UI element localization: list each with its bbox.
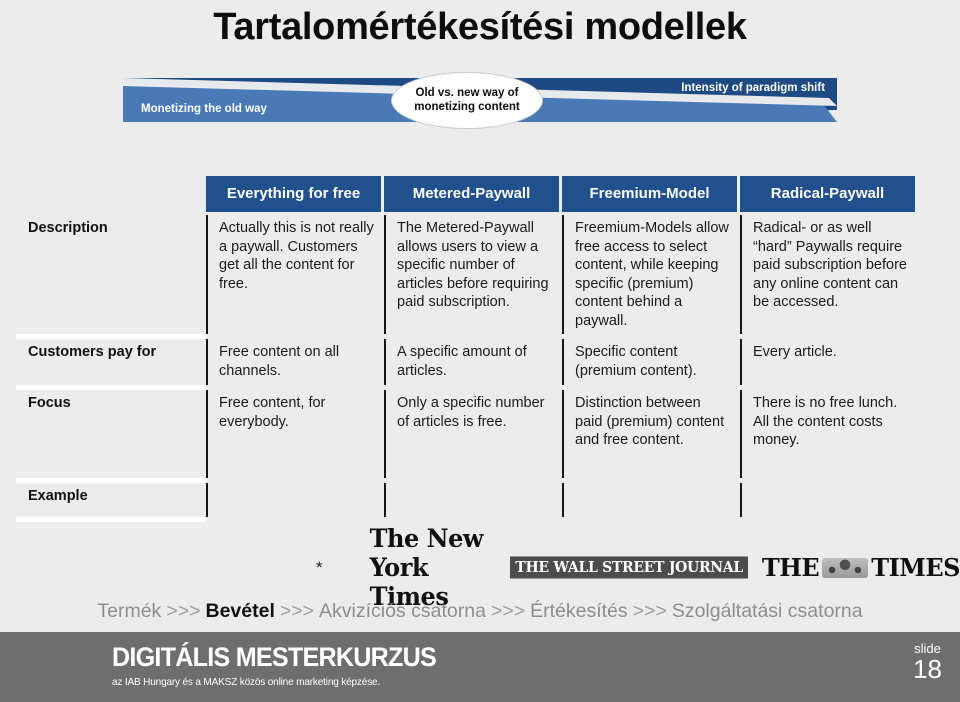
column-header-label: Radical-Paywall bbox=[740, 176, 915, 212]
breadcrumb-item-ertekesites[interactable]: Értékesítés bbox=[530, 600, 628, 623]
row-label-customers-pay-for: Customers pay for bbox=[16, 339, 206, 386]
table-row: Focus Free content, for everybody. Only … bbox=[16, 390, 919, 479]
table-row: Description Actually this is not really … bbox=[16, 215, 919, 335]
breadcrumb-separator: >>> bbox=[166, 599, 201, 622]
the-times-logo: THE TIMES bbox=[762, 553, 960, 582]
breadcrumb-separator: >>> bbox=[632, 599, 667, 622]
breadcrumb-item-szolgaltatasi-csatorna[interactable]: Szolgáltatási csatorna bbox=[672, 600, 863, 623]
breadcrumb-separator: >>> bbox=[490, 599, 526, 622]
breadcrumb-item-bevetel[interactable]: Bevétel bbox=[205, 600, 274, 623]
row-label-example: Example bbox=[16, 483, 206, 518]
table-cell: The Metered-Paywall allows users to view… bbox=[384, 215, 562, 335]
the-times-prefix: THE bbox=[761, 553, 820, 582]
slide-footer: DIGITÁLIS MESTERKURZUS az IAB Hungary és… bbox=[0, 632, 960, 702]
table-cell bbox=[384, 483, 562, 518]
brand-name: DIGITÁLIS MESTERKURZUS bbox=[112, 642, 437, 672]
column-header-everything-for-free: Everything for free bbox=[206, 176, 384, 212]
paradigm-banner: Monetizing the old way Intensity of para… bbox=[123, 71, 837, 129]
banner-right-label: Intensity of paradigm shift bbox=[681, 81, 825, 94]
table-header-row: Everything for free Metered-Paywall Free… bbox=[16, 176, 919, 212]
column-header-radical-paywall: Radical-Paywall bbox=[740, 176, 918, 212]
the-times-suffix: TIMES bbox=[871, 553, 960, 582]
breadcrumb-item-akvizicios-csatorna[interactable]: Akvizíciós csatorna bbox=[319, 600, 486, 623]
table-cell: Free content, for everybody. bbox=[206, 390, 384, 479]
row-label-text: Customers pay for bbox=[28, 344, 157, 361]
table-cell bbox=[206, 483, 384, 518]
column-header-label: Everything for free bbox=[206, 176, 381, 212]
table-cell: Actually this is not really a paywall. C… bbox=[206, 215, 384, 335]
table-cell: Only a specific number of articles is fr… bbox=[384, 390, 562, 479]
times-crest-icon bbox=[822, 557, 869, 578]
row-divider bbox=[16, 517, 919, 523]
breadcrumb-separator: >>> bbox=[279, 599, 315, 622]
table-row: Example bbox=[16, 483, 919, 518]
table-cell: There is no free lunch. All the content … bbox=[740, 390, 918, 479]
table-row: Customers pay for Free content on all ch… bbox=[16, 339, 919, 386]
table-cell: Distinction between paid (premium) conte… bbox=[562, 390, 740, 479]
column-header-label: Freemium-Model bbox=[562, 176, 737, 212]
row-label-description: Description bbox=[16, 215, 206, 335]
breadcrumb-item-termek[interactable]: Termék bbox=[97, 600, 161, 623]
column-header-label: Metered-Paywall bbox=[384, 176, 559, 212]
table-cell bbox=[740, 483, 918, 518]
banner-left-label: Monetizing the old way bbox=[141, 102, 267, 115]
footnote-asterisk: * bbox=[316, 558, 323, 577]
row-label-focus: Focus bbox=[16, 390, 206, 479]
brand-logo: DIGITÁLIS MESTERKURZUS az IAB Hungary és… bbox=[112, 642, 460, 689]
table-cell: Free content on all channels. bbox=[206, 339, 384, 386]
wall-street-journal-logo: THE WALL STREET JOURNAL bbox=[510, 556, 748, 579]
table-cell: Every article. bbox=[740, 339, 918, 386]
table-cell bbox=[562, 483, 740, 518]
column-header-metered-paywall: Metered-Paywall bbox=[384, 176, 562, 212]
breadcrumb: Termék >>> Bevétel >>> Akvizíciós csator… bbox=[0, 592, 960, 630]
banner-callout-line2: monetizing content bbox=[414, 101, 520, 114]
slide-number: slide 18 bbox=[913, 642, 942, 683]
row-label-text: Example bbox=[28, 488, 88, 505]
row-label-text: Description bbox=[28, 220, 108, 236]
models-comparison-table: Everything for free Metered-Paywall Free… bbox=[16, 176, 919, 523]
header-corner-cell bbox=[16, 176, 206, 212]
table-cell: Specific content (premium content). bbox=[562, 339, 740, 386]
slide-number-value: 18 bbox=[913, 653, 942, 684]
banner-callout: Old vs. new way of monetizing content bbox=[391, 71, 543, 129]
banner-callout-line1: Old vs. new way of bbox=[415, 86, 519, 99]
table-cell: A specific amount of articles. bbox=[384, 339, 562, 386]
column-header-freemium-model: Freemium-Model bbox=[562, 176, 740, 212]
table-cell: Radical- or as well “hard” Paywalls requ… bbox=[740, 215, 918, 335]
brand-tagline: az IAB Hungary és a MAKSZ közös online m… bbox=[112, 676, 381, 688]
row-label-text: Focus bbox=[28, 395, 71, 412]
page-title: Tartalomértékesítési modellek bbox=[213, 6, 747, 48]
table-cell: Freemium-Models allow free access to sel… bbox=[562, 215, 740, 335]
